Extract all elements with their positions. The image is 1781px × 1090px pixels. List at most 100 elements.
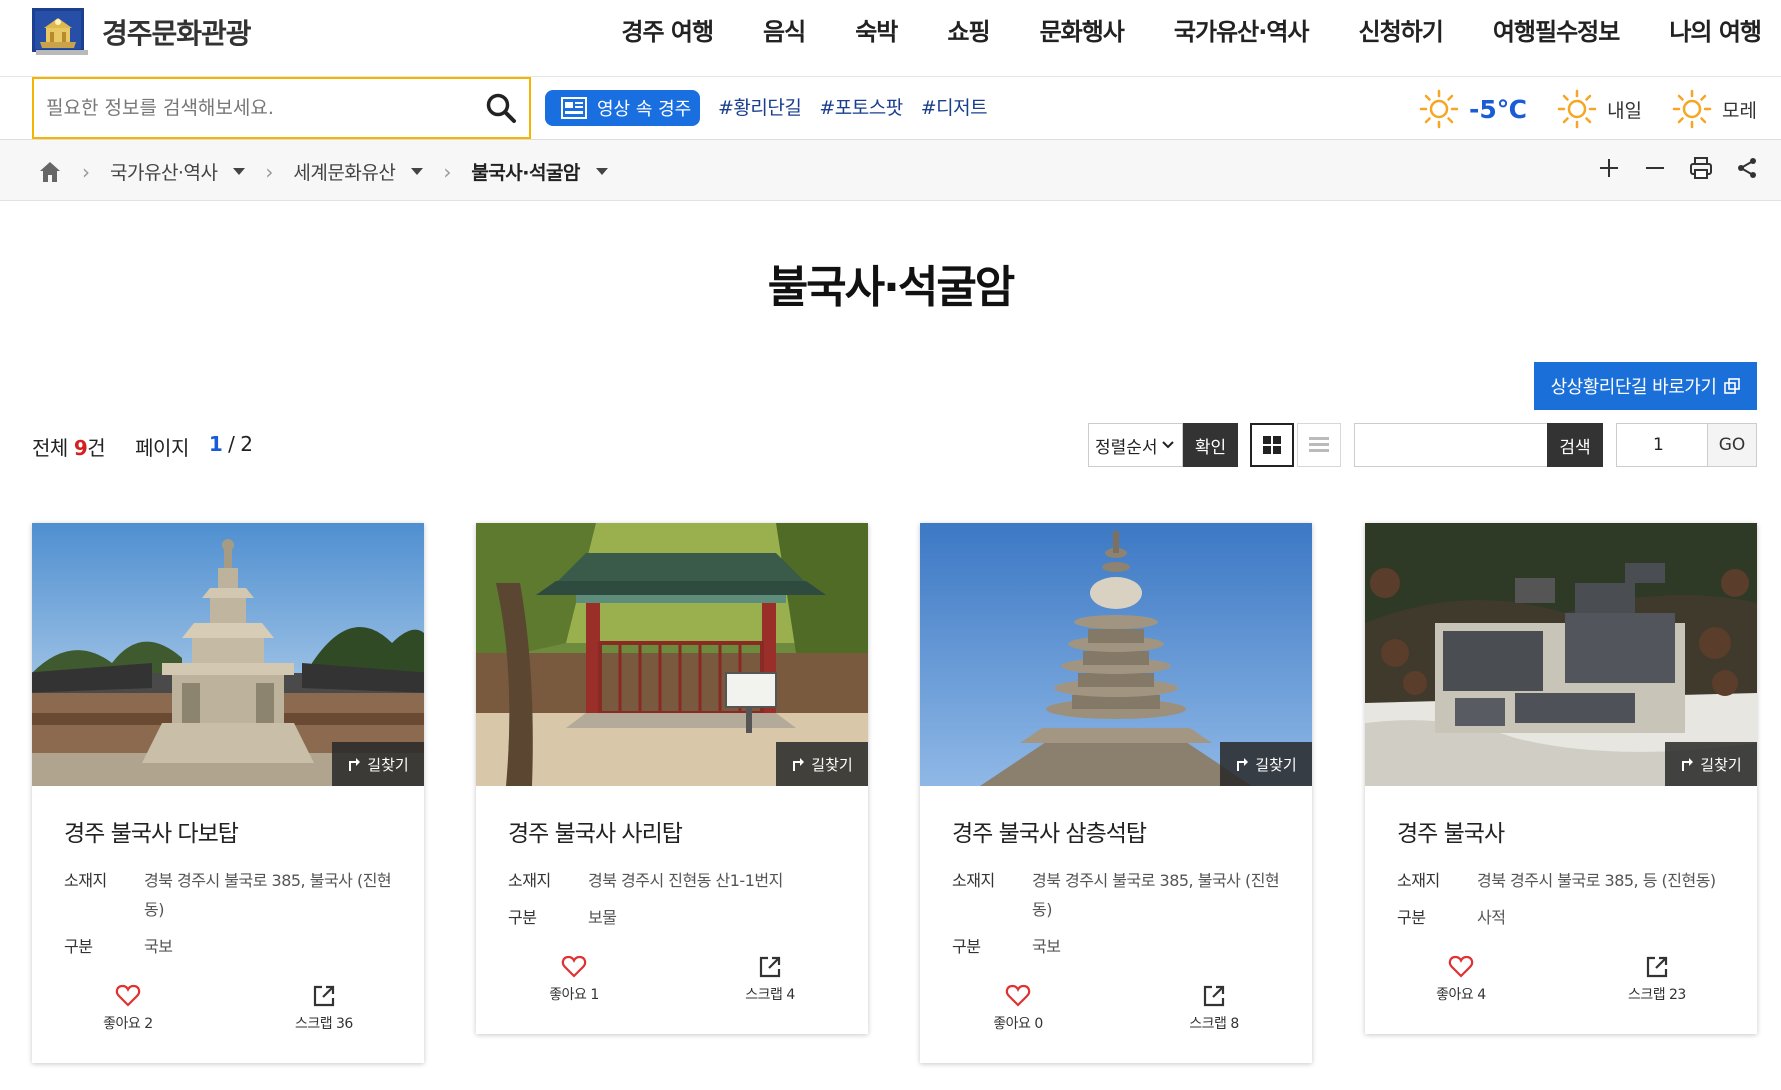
- nav-item-gyeongju-travel[interactable]: 경주 여행: [621, 12, 714, 47]
- location-label: 소재지: [508, 871, 551, 890]
- turn-arrow-icon: [349, 758, 361, 771]
- result-count: 전체 9건 페이지 1 / 2: [32, 432, 253, 461]
- nav-item-apply[interactable]: 신청하기: [1359, 12, 1444, 47]
- video-button-label: 영상 속 경주: [597, 99, 692, 120]
- turn-arrow-icon: [1237, 758, 1249, 771]
- route-button-label: 길찾기: [811, 755, 853, 774]
- type-value: 국보: [144, 937, 173, 956]
- breadcrumb-label: 불국사·석굴암: [471, 162, 580, 184]
- page-number-value: 1: [1653, 435, 1664, 455]
- card-actions: 좋아요 4 스크랩 23: [1365, 940, 1757, 1034]
- external-link-icon: [1646, 956, 1667, 978]
- route-button-label: 길찾기: [1255, 755, 1297, 774]
- sort-select[interactable]: 정렬순서: [1088, 423, 1183, 467]
- location-value: 경북 경주시 불국로 385, 불국사 (진현동): [1032, 871, 1280, 919]
- grid-view-button[interactable]: [1250, 423, 1294, 467]
- total-count: 9: [73, 436, 88, 460]
- heritage-card[interactable]: 길찾기 경주 불국사 삼층석탑 소재지 경북 경주시 불국로 385, 불국사 …: [920, 523, 1312, 1063]
- top-header: 경주문화관광 경주 여행 음식 숙박 쇼핑 문화행사 국가유산·역사 신청하기 …: [0, 0, 1781, 77]
- like-button[interactable]: 좋아요 2: [103, 983, 153, 1033]
- video-gyeongju-button[interactable]: 영상 속 경주: [545, 90, 700, 126]
- location-label: 소재지: [64, 871, 107, 890]
- nav-item-heritage-history[interactable]: 국가유산·역사: [1174, 12, 1310, 47]
- nav-item-my-trip[interactable]: 나의 여행: [1669, 12, 1762, 47]
- goto-button-label: 상상황리단길 바로가기: [1550, 377, 1717, 398]
- sort-confirm-button[interactable]: 확인: [1183, 423, 1238, 467]
- goto-hwangnidan-button[interactable]: 상상황리단길 바로가기: [1534, 362, 1757, 410]
- card-title: 경주 불국사 삼층석탑: [952, 821, 1147, 847]
- nav-item-food[interactable]: 음식: [763, 12, 806, 47]
- type-label: 구분: [64, 937, 93, 956]
- hashtag-link[interactable]: #디저트: [921, 93, 988, 120]
- print-icon[interactable]: [1689, 156, 1713, 180]
- weather-tomorrow: 내일: [1557, 89, 1642, 129]
- heritage-card[interactable]: 길찾기 경주 불국사 사리탑 소재지 경북 경주시 진현동 산1-1번지 구분 …: [476, 523, 868, 1034]
- scrap-count: 스크랩 8: [1189, 1016, 1239, 1032]
- route-button[interactable]: 길찾기: [332, 742, 424, 786]
- card-location-row: 소재지 경북 경주시 불국로 385, 불국사 (진현동): [64, 866, 392, 924]
- home-icon[interactable]: [38, 160, 62, 184]
- card-type-row: 구분 국보: [952, 932, 1280, 961]
- type-value: 보물: [588, 908, 617, 927]
- location-value: 경북 경주시 진현동 산1-1번지: [588, 871, 783, 890]
- card-actions: 좋아요 1 스크랩 4: [476, 940, 868, 1034]
- weather-after-label: 모레: [1722, 99, 1757, 122]
- route-button[interactable]: 길찾기: [1665, 742, 1757, 786]
- breadcrumb-item[interactable]: 국가유산·역사: [110, 158, 246, 185]
- list-view-button[interactable]: [1297, 423, 1341, 467]
- search-row: 영상 속 경주 #황리단길 #포토스팟 #디저트 -5℃ 내일 모레: [0, 77, 1781, 140]
- caret-down-icon: [233, 168, 246, 175]
- scrap-button[interactable]: 스크랩 23: [1628, 954, 1686, 1004]
- location-label: 소재지: [1397, 871, 1440, 890]
- route-button[interactable]: 길찾기: [776, 742, 868, 786]
- card-body: 경주 불국사 소재지 경북 경주시 불국로 385, 등 (진현동) 구분 사적: [1365, 786, 1757, 932]
- card-location-row: 소재지 경북 경주시 불국로 385, 등 (진현동): [1397, 866, 1725, 895]
- page-total: 2: [240, 432, 253, 456]
- breadcrumb-item-current[interactable]: 불국사·석굴암: [471, 158, 608, 185]
- heritage-card[interactable]: 길찾기 경주 불국사 소재지 경북 경주시 불국로 385, 등 (진현동) 구…: [1365, 523, 1757, 1034]
- hashtag-link[interactable]: #황리단길: [718, 93, 802, 120]
- heritage-card[interactable]: 길찾기 경주 불국사 다보탑 소재지 경북 경주시 불국로 385, 불국사 (…: [32, 523, 424, 1063]
- location-label: 소재지: [952, 871, 995, 890]
- keyword-search-button[interactable]: 검색: [1547, 423, 1603, 467]
- card-body: 경주 불국사 사리탑 소재지 경북 경주시 진현동 산1-1번지 구분 보물: [476, 786, 868, 932]
- new-window-icon: [1724, 378, 1741, 394]
- hashtag-link[interactable]: #포토스팟: [819, 93, 903, 120]
- hashtag-list: #황리단길 #포토스팟 #디저트: [718, 93, 988, 120]
- like-button[interactable]: 좋아요 1: [549, 954, 599, 1004]
- scrap-button[interactable]: 스크랩 36: [295, 983, 353, 1033]
- chevron-right-icon: ›: [82, 159, 90, 184]
- search-icon[interactable]: [485, 92, 517, 124]
- card-body: 경주 불국사 삼층석탑 소재지 경북 경주시 불국로 385, 불국사 (진현동…: [920, 786, 1312, 961]
- scrap-button[interactable]: 스크랩 4: [745, 954, 795, 1004]
- search-box: [32, 77, 531, 139]
- turn-arrow-icon: [793, 758, 805, 771]
- nav-item-travel-info[interactable]: 여행필수정보: [1493, 12, 1620, 47]
- nav-item-lodging[interactable]: 숙박: [855, 12, 898, 47]
- scrap-count: 스크랩 36: [294, 1016, 353, 1032]
- keyword-input[interactable]: [1354, 423, 1548, 467]
- grid-icon: [1263, 436, 1281, 454]
- route-button[interactable]: 길찾기: [1220, 742, 1312, 786]
- breadcrumb-item[interactable]: 세계문화유산: [293, 158, 424, 185]
- card-location-row: 소재지 경북 경주시 진현동 산1-1번지: [508, 866, 836, 895]
- sun-icon: [1419, 89, 1459, 129]
- card-type-row: 구분 사적: [1397, 903, 1725, 932]
- page-number-input[interactable]: 1: [1616, 423, 1708, 467]
- heart-icon: [1005, 984, 1031, 1007]
- go-page-button[interactable]: GO: [1707, 423, 1757, 467]
- video-icon: [561, 97, 587, 119]
- weather-today: -5℃: [1419, 89, 1527, 129]
- nav-item-shopping[interactable]: 쇼핑: [947, 12, 990, 47]
- site-logo[interactable]: 경주문화관광: [32, 8, 252, 55]
- like-button[interactable]: 좋아요 0: [993, 983, 1043, 1033]
- breadcrumb-label: 국가유산·역사: [110, 162, 218, 184]
- zoom-in-icon[interactable]: [1597, 156, 1621, 180]
- total-label: 전체: [32, 436, 68, 460]
- like-button[interactable]: 좋아요 4: [1436, 954, 1486, 1004]
- scrap-button[interactable]: 스크랩 8: [1189, 983, 1239, 1033]
- nav-item-culture-events[interactable]: 문화행사: [1040, 12, 1125, 47]
- zoom-out-icon[interactable]: [1643, 156, 1667, 180]
- search-input[interactable]: [46, 91, 466, 125]
- share-icon[interactable]: [1735, 156, 1759, 180]
